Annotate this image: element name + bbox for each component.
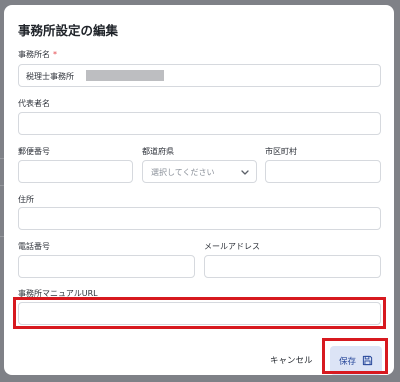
phone-input[interactable] xyxy=(18,255,195,278)
chevron-down-icon xyxy=(241,170,249,175)
modal-title: 事務所設定の編集 xyxy=(18,23,119,38)
edit-office-settings-modal: 事務所設定の編集 事務所名 * 税理士事務所 代表者名 郵便番号 都道府県 選択し… xyxy=(4,5,394,375)
office-name-label: 事務所名 * xyxy=(18,50,57,59)
prefecture-label: 都道府県 xyxy=(142,147,174,156)
representative-input[interactable] xyxy=(18,112,381,135)
manual-url-highlight xyxy=(13,297,386,329)
redacted-text xyxy=(86,70,164,81)
postal-code-input[interactable] xyxy=(18,160,133,183)
postal-code-label: 郵便番号 xyxy=(18,147,50,156)
address-input[interactable] xyxy=(18,207,381,230)
office-name-input[interactable]: 税理士事務所 xyxy=(18,64,381,87)
office-name-value: 税理士事務所 xyxy=(26,72,74,81)
required-mark: * xyxy=(53,50,57,59)
email-label: メールアドレス xyxy=(204,242,260,251)
email-input[interactable] xyxy=(204,255,381,278)
cancel-button[interactable]: キャンセル xyxy=(270,354,313,366)
city-label: 市区町村 xyxy=(265,147,297,156)
address-label: 住所 xyxy=(18,195,34,204)
phone-label: 電話番号 xyxy=(18,242,50,251)
city-input[interactable] xyxy=(265,160,381,183)
representative-label: 代表者名 xyxy=(18,99,50,108)
save-highlight xyxy=(322,338,388,374)
prefecture-placeholder: 選択してください xyxy=(151,168,215,177)
prefecture-select[interactable]: 選択してください xyxy=(142,160,257,183)
